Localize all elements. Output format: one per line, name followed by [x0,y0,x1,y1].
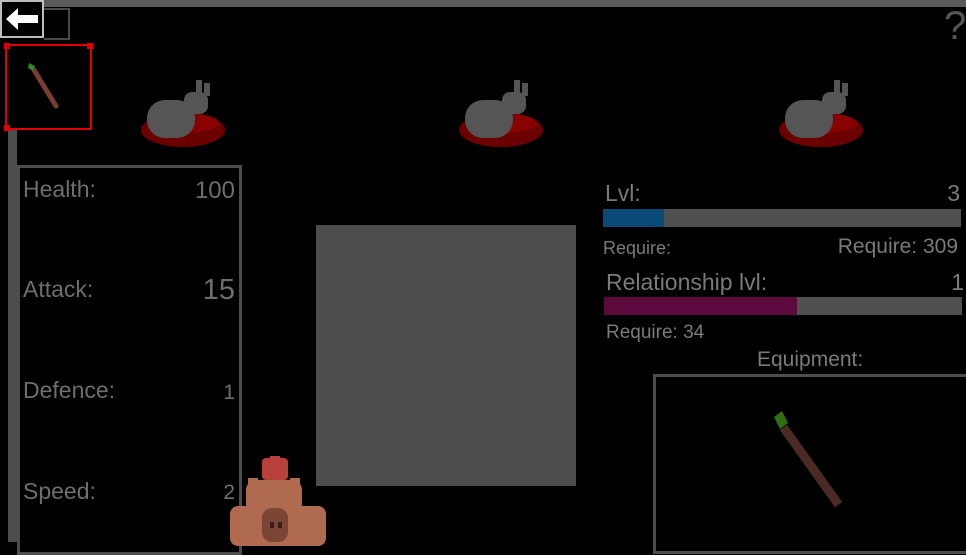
level-require-left: Require: [603,238,672,258]
attack-label: Attack: [23,276,94,302]
level-progress-fill [603,209,664,227]
relationship-value: 1 [951,269,964,295]
stats-panel: Health: 100 Attack: 15 Defence: 1 Speed:… [17,165,242,555]
defence-value: 1 [223,381,235,404]
carrot-icon [774,411,843,508]
equipment-label: Equipment: [757,348,864,371]
attack-value: 15 [202,274,235,306]
health-value: 100 [194,177,235,204]
relationship-label: Relationship lvl: [606,269,768,295]
arrow-left-icon [6,8,38,30]
back-button[interactable] [0,0,44,38]
top-bar [44,0,966,7]
relationship-progress-bar [604,297,962,315]
relationship-progress-fill [604,297,798,315]
rabbit-icon [141,80,225,147]
equipment-slot[interactable] [653,374,966,554]
rabbit-icon [459,80,543,147]
menu-frame [44,8,70,40]
capybara-icon [230,456,326,546]
enemy-rabbit[interactable] [776,78,868,158]
level-label: Lvl: [605,180,641,206]
level-require-right: Require: 309 [837,235,958,258]
defence-label: Defence: [23,377,116,403]
enemy-rabbit[interactable] [456,78,548,158]
enemy-rabbit[interactable] [138,78,230,158]
help-button[interactable]: ? [944,4,966,48]
portrait-panel [316,225,576,486]
rabbit-icon [779,80,863,147]
health-label: Health: [23,176,96,202]
level-progress-bar [603,209,961,227]
level-value: 3 [947,180,960,206]
selected-item-slot[interactable] [4,43,93,131]
relationship-require: Require: 34 [606,322,705,343]
left-rail [8,128,17,542]
carrot-icon [28,63,59,109]
speed-label: Speed: [23,478,96,504]
